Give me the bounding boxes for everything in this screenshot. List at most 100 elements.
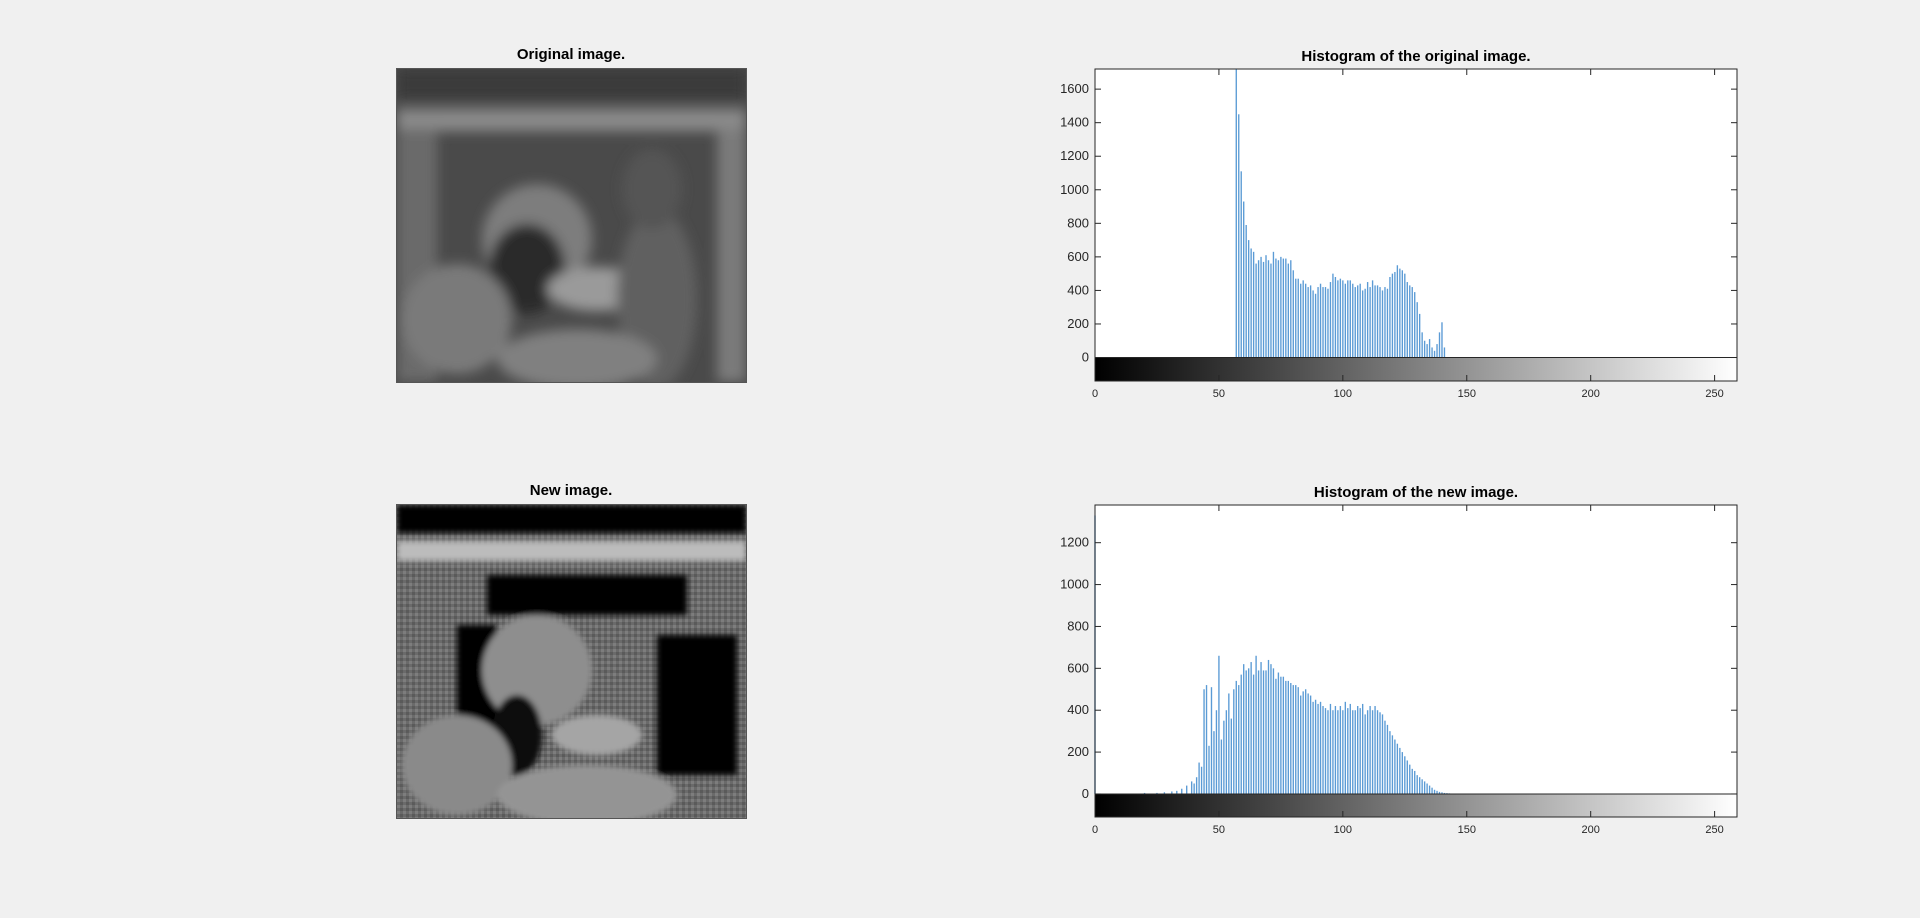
histogram-bar bbox=[1352, 710, 1354, 794]
histogram-bar bbox=[1238, 685, 1240, 794]
histogram-bar bbox=[1317, 287, 1319, 358]
histogram-bar bbox=[1396, 265, 1399, 358]
histogram-bar bbox=[1376, 285, 1379, 358]
histogram-bar bbox=[1391, 273, 1394, 358]
histogram-bar bbox=[1250, 248, 1252, 358]
histogram-bar bbox=[1426, 783, 1428, 794]
histogram-bar bbox=[1260, 256, 1262, 358]
y-tick-label: 600 bbox=[1067, 249, 1089, 264]
y-tick-label: 1000 bbox=[1060, 182, 1089, 197]
histogram-bar bbox=[1290, 682, 1292, 794]
histogram-bar bbox=[1260, 662, 1262, 794]
histogram-bar bbox=[1307, 287, 1309, 358]
histogram-bar bbox=[1423, 340, 1426, 358]
histogram-bar bbox=[1297, 687, 1299, 794]
histogram-bar bbox=[1404, 756, 1406, 794]
histogram-bar bbox=[1369, 287, 1371, 358]
histogram-bar bbox=[1337, 280, 1339, 358]
histogram-bar bbox=[1374, 285, 1376, 358]
histogram-new: 0 200 400 600 800 1000 1200 0 50 100 150 200 250 Hist… bbox=[1060, 484, 1738, 836]
histogram-bar bbox=[1235, 680, 1237, 794]
histogram-bar bbox=[1389, 277, 1391, 358]
histogram-bar bbox=[1270, 263, 1272, 358]
y-tick-label: 400 bbox=[1067, 282, 1089, 297]
histogram-bar bbox=[1334, 277, 1337, 358]
histogram-bar bbox=[1198, 762, 1200, 794]
plot-background bbox=[1095, 505, 1737, 817]
x-tick-label: 0 bbox=[1092, 824, 1098, 836]
histogram-bar bbox=[1371, 280, 1374, 358]
histogram-bar bbox=[1411, 287, 1413, 358]
histogram-bar bbox=[1257, 670, 1260, 794]
y-tick-label: 0 bbox=[1082, 350, 1089, 365]
histogram-bar bbox=[1314, 293, 1317, 358]
histogram-bar bbox=[1416, 775, 1418, 794]
x-tick-label: 200 bbox=[1582, 824, 1600, 836]
histogram-bar bbox=[1267, 659, 1270, 794]
histogram-bar bbox=[1265, 670, 1267, 794]
histogram-bar bbox=[1406, 282, 1408, 358]
histogram-bar bbox=[1354, 287, 1356, 358]
histogram-bar bbox=[1406, 760, 1408, 794]
histogram-bar bbox=[1369, 706, 1371, 794]
histogram-bar bbox=[1245, 225, 1247, 358]
histogram-bar bbox=[1287, 263, 1289, 358]
histogram-bar bbox=[1247, 240, 1250, 358]
histogram-bar bbox=[1418, 777, 1421, 794]
histogram-bar bbox=[1195, 777, 1198, 794]
x-tick-label: 50 bbox=[1213, 388, 1225, 400]
histogram-bar bbox=[1319, 283, 1322, 358]
histogram-bar bbox=[1364, 288, 1366, 358]
histogram-bar bbox=[1334, 706, 1337, 794]
histogram-bar bbox=[1240, 674, 1242, 794]
histogram-bar bbox=[1252, 251, 1255, 358]
histogram-bar bbox=[1391, 735, 1394, 794]
histogram-bar bbox=[1319, 701, 1322, 794]
histogram-bar bbox=[1203, 689, 1205, 794]
histogram-bar bbox=[1307, 693, 1309, 794]
histogram-bar bbox=[1285, 680, 1287, 794]
histogram-bar bbox=[1292, 685, 1294, 794]
histogram-bar bbox=[1327, 288, 1329, 358]
y-tick-label: 800 bbox=[1067, 618, 1089, 633]
histogram-bar bbox=[1361, 290, 1364, 358]
x-tick-label: 150 bbox=[1458, 824, 1476, 836]
histogram-bar bbox=[1443, 347, 1446, 358]
histogram-bar bbox=[1295, 685, 1297, 794]
histogram-original: 0 200 400 600 800 1000 1200 1400 1600 0 50 100 150 20… bbox=[1060, 48, 1738, 400]
histogram-bar bbox=[1300, 283, 1302, 358]
y-tick-label: 200 bbox=[1067, 316, 1089, 331]
y-tick-label: 1600 bbox=[1060, 81, 1089, 96]
histogram-bar bbox=[1297, 278, 1299, 358]
histogram-bar bbox=[1277, 260, 1280, 358]
histogram-bar bbox=[1428, 785, 1431, 794]
histogram-figure: 020040060080010001200140016000 50 100 150 20… bbox=[1060, 48, 1738, 836]
histogram-bar bbox=[1389, 731, 1391, 794]
histogram-bar bbox=[1225, 710, 1228, 794]
histogram-bar bbox=[1339, 278, 1342, 358]
x-tick-label: 0 bbox=[1092, 388, 1098, 400]
histogram-bar bbox=[1213, 731, 1215, 794]
histogram-bar bbox=[1436, 344, 1438, 358]
histogram-bar bbox=[1399, 268, 1401, 358]
histogram-bar bbox=[1401, 270, 1404, 358]
histogram-bar bbox=[1421, 779, 1423, 794]
histogram-bar bbox=[1339, 706, 1342, 794]
histogram-bar bbox=[1433, 789, 1436, 794]
histogram-bar bbox=[1210, 687, 1213, 794]
histogram-bar bbox=[1215, 710, 1218, 794]
x-tick-label: 200 bbox=[1582, 388, 1600, 400]
histogram-bar bbox=[1240, 171, 1242, 358]
histogram-bar bbox=[1247, 668, 1250, 794]
histogram-bar bbox=[1414, 292, 1416, 358]
plot-background bbox=[1095, 69, 1737, 381]
histogram-bar bbox=[1257, 260, 1260, 358]
histogram-bar bbox=[1181, 788, 1183, 794]
histogram-bar bbox=[1243, 664, 1245, 794]
histogram-bar bbox=[1386, 288, 1389, 358]
histogram-bar bbox=[1267, 260, 1270, 358]
histogram-bar bbox=[1428, 339, 1431, 358]
histogram-bar bbox=[1245, 670, 1247, 794]
x-tick-label: 250 bbox=[1705, 824, 1723, 836]
histogram-bar bbox=[1379, 287, 1381, 358]
